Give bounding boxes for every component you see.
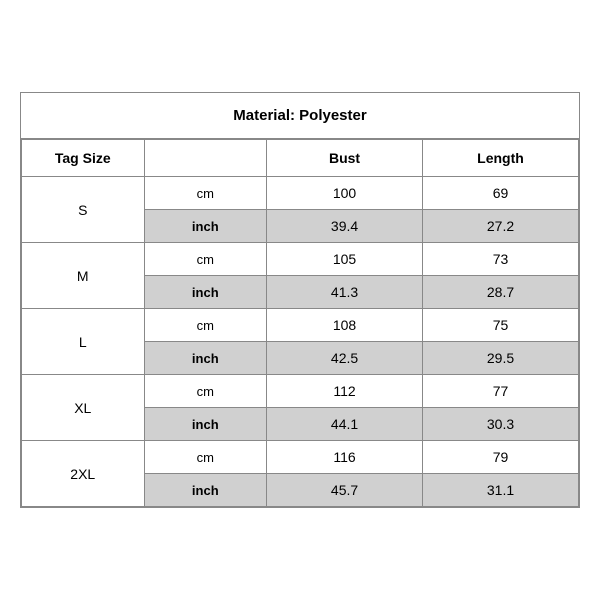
bust-cm-value: 108 (267, 309, 423, 342)
bust-inch-value: 44.1 (267, 408, 423, 441)
unit-cm: cm (144, 441, 267, 474)
size-label: XL (22, 375, 145, 441)
size-table: Tag Size Bust Length Scm10069inch39.427.… (21, 139, 579, 507)
bust-cm-value: 112 (267, 375, 423, 408)
unit-inch: inch (144, 408, 267, 441)
length-inch-value: 30.3 (423, 408, 579, 441)
length-cm-value: 77 (423, 375, 579, 408)
length-inch-value: 27.2 (423, 210, 579, 243)
bust-cm-value: 116 (267, 441, 423, 474)
size-label: L (22, 309, 145, 375)
header-unit (144, 140, 267, 177)
chart-title: Material: Polyester (21, 93, 579, 139)
unit-cm: cm (144, 309, 267, 342)
size-label: M (22, 243, 145, 309)
size-label: S (22, 177, 145, 243)
length-inch-value: 28.7 (423, 276, 579, 309)
table-row: Mcm10573 (22, 243, 579, 276)
length-cm-value: 79 (423, 441, 579, 474)
header-length: Length (423, 140, 579, 177)
length-cm-value: 75 (423, 309, 579, 342)
table-header-row: Tag Size Bust Length (22, 140, 579, 177)
unit-cm: cm (144, 243, 267, 276)
length-inch-value: 29.5 (423, 342, 579, 375)
table-row: XLcm11277 (22, 375, 579, 408)
table-body: Scm10069inch39.427.2Mcm10573inch41.328.7… (22, 177, 579, 507)
bust-cm-value: 105 (267, 243, 423, 276)
header-bust: Bust (267, 140, 423, 177)
unit-inch: inch (144, 474, 267, 507)
bust-inch-value: 42.5 (267, 342, 423, 375)
unit-cm: cm (144, 375, 267, 408)
bust-inch-value: 39.4 (267, 210, 423, 243)
header-tag-size: Tag Size (22, 140, 145, 177)
unit-inch: inch (144, 342, 267, 375)
bust-cm-value: 100 (267, 177, 423, 210)
length-cm-value: 73 (423, 243, 579, 276)
unit-cm: cm (144, 177, 267, 210)
size-chart-container: Material: Polyester Tag Size Bust Length… (20, 92, 580, 508)
size-label: 2XL (22, 441, 145, 507)
table-row: Scm10069 (22, 177, 579, 210)
bust-inch-value: 41.3 (267, 276, 423, 309)
length-cm-value: 69 (423, 177, 579, 210)
table-row: Lcm10875 (22, 309, 579, 342)
table-row: 2XLcm11679 (22, 441, 579, 474)
unit-inch: inch (144, 276, 267, 309)
bust-inch-value: 45.7 (267, 474, 423, 507)
unit-inch: inch (144, 210, 267, 243)
length-inch-value: 31.1 (423, 474, 579, 507)
